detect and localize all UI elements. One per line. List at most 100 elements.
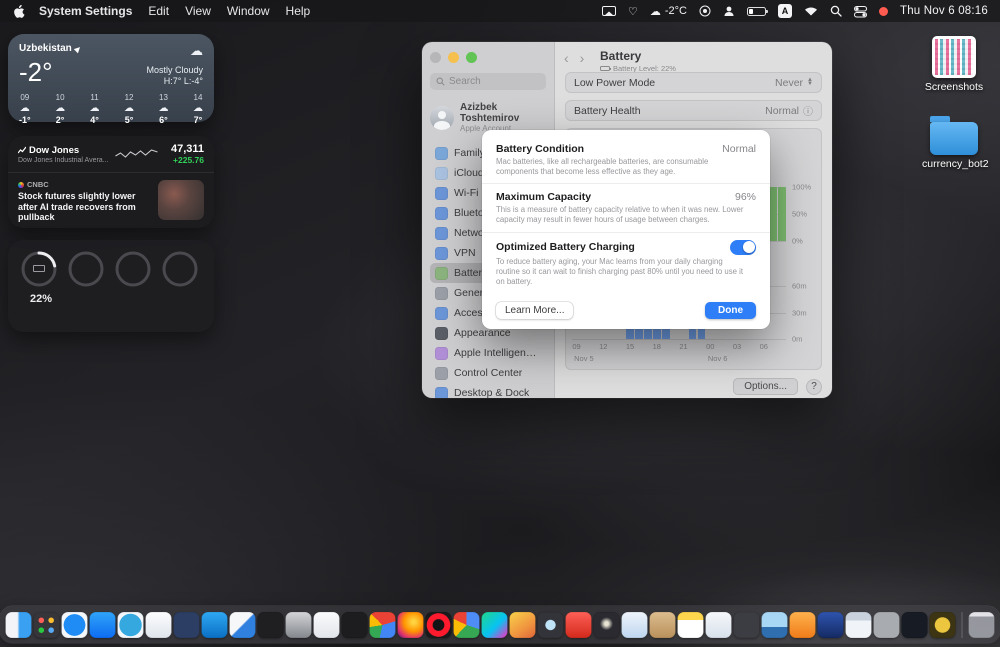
dock-icon-dark-app[interactable] [257,611,284,638]
menu-item[interactable]: View [185,4,211,18]
dock-icon-parallels[interactable] [313,611,340,638]
dock-icon-navy-app[interactable] [817,611,844,638]
sidebar-search-field[interactable]: Search [430,73,546,90]
dock-icon-launchpad[interactable] [33,611,60,638]
sidebar-item[interactable]: Apple Intelligence & Siri [430,343,546,363]
dock-icon-facetime[interactable] [705,611,732,638]
dock-icon-vscode[interactable] [201,611,228,638]
avatar [430,105,454,130]
weather-widget[interactable]: Uzbekistan ▶ ☁ -2° Mostly Cloudy H:7° L:… [8,34,214,125]
dialog-row-value: 96% [734,191,756,204]
dock-icon-finder[interactable] [5,611,32,638]
minimize-button[interactable] [448,52,459,63]
dock-icon-pycharm[interactable] [481,611,508,638]
badge-icon[interactable] [699,5,711,17]
x-axis-tick-label: 00 [706,342,715,351]
hour-condition-icon: ☁ [124,103,135,114]
chart-x-dates: Nov 5 Nov 6 [572,354,786,364]
app-menus: System Settings Edit View Window Help [39,4,310,18]
dock-icon-orange-app[interactable] [789,611,816,638]
dock-icon-chromium[interactable] [453,611,480,638]
dock-icon-sparkle-dark[interactable] [593,611,620,638]
battery-ring-laptop [20,250,58,288]
dock-icon-mail[interactable] [145,611,172,638]
low-power-mode-popup[interactable]: Never ▲ ▼ [775,77,813,89]
optimized-charging-toggle[interactable] [730,239,756,255]
news-source-logo [18,181,24,188]
stock-symbol: Dow Jones [29,144,80,156]
battery-widget[interactable]: 22% [8,240,214,332]
weather-status[interactable]: ☁ -2°C [650,5,687,18]
stock-change: +225.76 [173,155,204,165]
sidebar-account-row[interactable]: Azizbek Toshtemirov Apple Account [430,102,546,133]
done-button[interactable]: Done [705,301,756,319]
back-button[interactable]: ‹ [564,50,569,66]
dock-icon-app-store[interactable] [89,611,116,638]
dock-icon-messages-dark[interactable] [173,611,200,638]
dock-icon-telegram[interactable] [117,611,144,638]
menu-bar-clock[interactable]: Thu Nov 6 08:16 [900,5,988,17]
user-status-icon[interactable] [723,5,735,17]
info-icon[interactable]: ⓘ [803,103,813,118]
dock-icon-files-tan[interactable] [649,611,676,638]
sidebar-item[interactable]: Desktop & Dock [430,383,546,398]
menu-item[interactable]: System Settings [39,4,132,18]
trash-icon[interactable] [968,611,995,638]
apple-menu-icon[interactable] [12,4,25,19]
dock-icon-photo-booth[interactable] [537,611,564,638]
dock-icon-system-settings[interactable] [285,611,312,638]
dock-icon-terminal-light[interactable] [845,611,872,638]
zoom-button[interactable] [466,52,477,63]
sidebar-item-label: Apple Intelligence & Siri [454,347,541,359]
dock-icon-photos-landscape[interactable] [761,611,788,638]
dock-icon-gold-badge[interactable] [929,611,956,638]
forward-button[interactable]: › [580,50,585,66]
bluetooth-icon [435,206,448,220]
network-icon [435,226,448,240]
menu-item[interactable]: Edit [148,4,169,18]
dock-icon-dark-navy[interactable] [901,611,928,638]
input-source-indicator[interactable]: A [777,4,792,18]
dock-icon-red-app[interactable] [565,611,592,638]
learn-more-button[interactable]: Learn More... [496,301,574,319]
dock-icon-firefox[interactable] [397,611,424,638]
stock-news-row: CNBC Stock futures slightly lower after … [8,173,214,228]
dialog-row-title: Maximum Capacity [496,191,592,204]
sidebar-item[interactable]: Control Center [430,363,546,383]
control-center-sidebar-icon [435,366,448,380]
dock-icon-dark-gear[interactable] [733,611,760,638]
sidebar-item-label: VPN [454,247,476,259]
menu-item[interactable]: Help [286,4,311,18]
dock-icon-calculator[interactable] [341,611,368,638]
wifi-icon[interactable] [804,6,818,16]
search-icon[interactable] [830,5,842,17]
options-button[interactable]: Options... [733,378,798,395]
recording-indicator-dot[interactable] [878,6,888,16]
desktop-icon-folder[interactable]: currency_bot2 [922,116,989,170]
dock-icon-chrome[interactable] [369,611,396,638]
close-button[interactable] [430,52,441,63]
help-button[interactable]: ? [806,378,822,395]
battery-ring-empty [114,250,152,288]
dock-icon-sublime[interactable] [509,611,536,638]
dialog-row: Battery Condition Normal Mac batteries, … [482,136,770,185]
menu-item[interactable]: Window [227,4,270,18]
dock-icon-opera[interactable] [425,611,452,638]
x-axis-tick-label: 03 [732,342,742,351]
desktop-icon-screenshots[interactable]: Screenshots [922,36,986,93]
pane-title: Battery [600,49,642,63]
dock-divider [961,611,963,638]
dock-icon-light-blue-app[interactable] [621,611,648,638]
dock-icon-grid-gray[interactable] [873,611,900,638]
x-axis-tick-label: 06 [759,342,768,351]
dock-icon-pages[interactable] [229,611,256,638]
screen-mirroring-icon[interactable] [601,5,616,17]
stock-quote-row: Dow Jones Dow Jones Industrial Avera... … [8,136,214,173]
battery-status-icon[interactable] [746,6,768,16]
control-center-icon[interactable] [853,5,867,18]
dock-icon-notes[interactable] [677,611,704,638]
sidebar-item-label: Wi-Fi [454,187,479,199]
heart-icon[interactable]: ♡ [628,5,638,18]
dock-icon-safari[interactable] [61,611,88,638]
stocks-widget[interactable]: Dow Jones Dow Jones Industrial Avera... … [8,136,214,228]
